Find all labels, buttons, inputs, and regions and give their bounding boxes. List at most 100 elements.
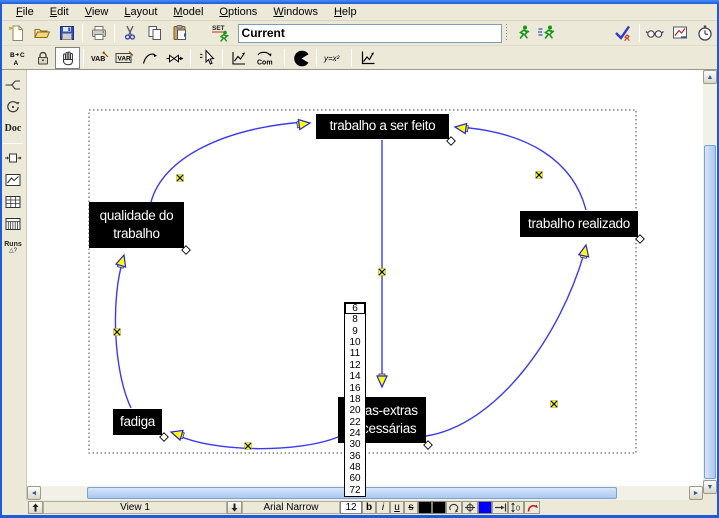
arrow-color-swatch[interactable] <box>478 501 492 514</box>
causes-strip-tool[interactable] <box>2 147 25 168</box>
variable-tool-button[interactable]: VAB <box>87 47 112 69</box>
subscript-tool-button[interactable]: BCA <box>5 47 30 69</box>
new-button[interactable] <box>5 22 30 44</box>
variable-qualidade-do-trabalho[interactable]: qualidade do trabalho <box>89 202 184 248</box>
arrowhead[interactable] <box>116 254 129 267</box>
menu-edit[interactable]: Edit <box>42 5 77 19</box>
polarity-button[interactable] <box>524 501 540 514</box>
paste-button[interactable] <box>167 22 192 44</box>
arrowhead[interactable] <box>579 244 591 257</box>
link-fadiga-to-qualidade[interactable] <box>114 254 132 408</box>
variable-trabalho-realizado[interactable]: trabalho realizado <box>520 211 638 237</box>
arrow-tool-button[interactable] <box>137 47 162 69</box>
stop-clock-button[interactable] <box>692 22 717 44</box>
bold-button[interactable]: b <box>362 501 376 514</box>
menu-file[interactable]: File <box>8 5 42 19</box>
variable-fadiga[interactable]: fadiga <box>113 409 162 435</box>
document-tool[interactable]: Doc <box>2 118 25 139</box>
shape-button[interactable] <box>446 501 462 514</box>
font-size-selector[interactable]: 12 <box>340 501 362 514</box>
font-size-option-10[interactable]: 10 <box>345 337 365 348</box>
print-button[interactable] <box>86 22 111 44</box>
link-handle[interactable] <box>245 443 252 450</box>
move-size-tool-button[interactable] <box>55 47 80 69</box>
link-qualidade-to-trabalho-a-ser-feito[interactable] <box>151 118 311 202</box>
link-horas-extras-to-fadiga[interactable] <box>170 427 338 449</box>
equations-tool-button[interactable]: y=x² <box>320 47 348 69</box>
link-handle[interactable] <box>379 269 386 276</box>
scroll-down-button[interactable]: ▼ <box>703 480 717 494</box>
font-size-option-11[interactable]: 11 <box>345 348 365 359</box>
open-button[interactable] <box>30 22 55 44</box>
arrowhead[interactable] <box>377 376 387 387</box>
delete-tool-button[interactable] <box>288 47 313 69</box>
font-size-option-36[interactable]: 36 <box>345 451 365 462</box>
italic-button[interactable]: i <box>376 501 390 514</box>
font-size-option-18[interactable]: 18 <box>345 394 365 405</box>
link-handle[interactable] <box>551 401 558 408</box>
position-button[interactable] <box>462 501 478 514</box>
arrow-style-button[interactable] <box>492 501 508 514</box>
reference-mode-tool-button[interactable] <box>355 47 380 69</box>
font-size-option-16[interactable]: 16 <box>345 383 365 394</box>
scroll-right-button[interactable]: ► <box>689 486 703 500</box>
text-color-swatch[interactable] <box>418 501 432 514</box>
font-size-option-14[interactable]: 14 <box>345 371 365 382</box>
table-time-tool[interactable] <box>2 213 25 234</box>
comment-tool-button[interactable]: Com <box>251 47 281 69</box>
graph-tool[interactable] <box>2 169 25 190</box>
font-size-option-72[interactable]: 72 <box>345 485 365 496</box>
causes-tree-tool[interactable] <box>2 74 25 95</box>
merge-tool-button[interactable] <box>194 47 219 69</box>
runs-compare-tool[interactable]: Runs △? <box>2 235 25 259</box>
check-model-button[interactable] <box>611 22 636 44</box>
next-view-button[interactable] <box>227 501 242 514</box>
menu-windows[interactable]: Windows <box>265 5 326 19</box>
save-button[interactable] <box>54 22 79 44</box>
link-handle[interactable] <box>536 172 543 179</box>
font-size-option-30[interactable]: 30 <box>345 439 365 450</box>
underline-button[interactable]: u <box>390 501 404 514</box>
font-size-option-22[interactable]: 22 <box>345 417 365 428</box>
io-object-tool-button[interactable] <box>226 47 251 69</box>
font-size-option-9[interactable]: 9 <box>345 326 365 337</box>
document-all-button[interactable] <box>643 22 668 44</box>
arrowhead[interactable] <box>298 118 310 129</box>
output-windows-button[interactable] <box>668 22 693 44</box>
copy-button[interactable] <box>143 22 168 44</box>
scroll-up-button[interactable]: ▲ <box>703 70 717 84</box>
vertical-scroll-thumb[interactable] <box>704 145 716 479</box>
font-size-option-48[interactable]: 48 <box>345 462 365 473</box>
previous-view-button[interactable] <box>28 501 43 514</box>
rate-tool-button[interactable] <box>162 47 187 69</box>
set-dataset-button[interactable]: SET <box>208 22 236 44</box>
menu-layout[interactable]: Layout <box>116 5 165 19</box>
cut-button[interactable] <box>118 22 143 44</box>
font-size-option-12[interactable]: 12 <box>345 360 365 371</box>
strikethrough-button[interactable]: s <box>404 501 418 514</box>
menu-model[interactable]: Model <box>165 5 211 19</box>
variable-trabalho-a-ser-feito[interactable]: trabalho a ser feito <box>316 114 449 139</box>
scroll-left-button[interactable]: ◄ <box>27 486 41 500</box>
arrow-width-button[interactable]: 0 <box>508 501 524 514</box>
box-color-swatch[interactable] <box>432 501 446 514</box>
menu-view[interactable]: View <box>77 5 117 19</box>
lock-tool-button[interactable] <box>30 47 55 69</box>
font-size-option-60[interactable]: 60 <box>345 473 365 484</box>
arrowhead[interactable] <box>454 122 466 133</box>
font-name-selector[interactable]: Arial Narrow <box>242 501 340 514</box>
arrowhead[interactable] <box>170 427 183 440</box>
link-handle[interactable] <box>114 329 121 336</box>
font-size-option-8[interactable]: 8 <box>345 314 365 325</box>
font-size-option-6[interactable]: 6 <box>345 303 365 314</box>
view-selector[interactable]: View 1 <box>43 501 227 514</box>
link-trabalho-a-ser-feito-to-horas-extras[interactable] <box>377 140 387 387</box>
simulate-button[interactable] <box>510 22 535 44</box>
link-trabalho-realizado-to-trabalho-a-ser-feito[interactable] <box>454 122 586 210</box>
loops-tool[interactable] <box>2 96 25 117</box>
menu-help[interactable]: Help <box>326 5 365 19</box>
vertical-scrollbar[interactable]: ▲ ▼ <box>703 70 717 494</box>
shadow-variable-tool-button[interactable]: VAR <box>112 47 137 69</box>
table-tool[interactable] <box>2 191 25 212</box>
menu-options[interactable]: Options <box>211 5 265 19</box>
